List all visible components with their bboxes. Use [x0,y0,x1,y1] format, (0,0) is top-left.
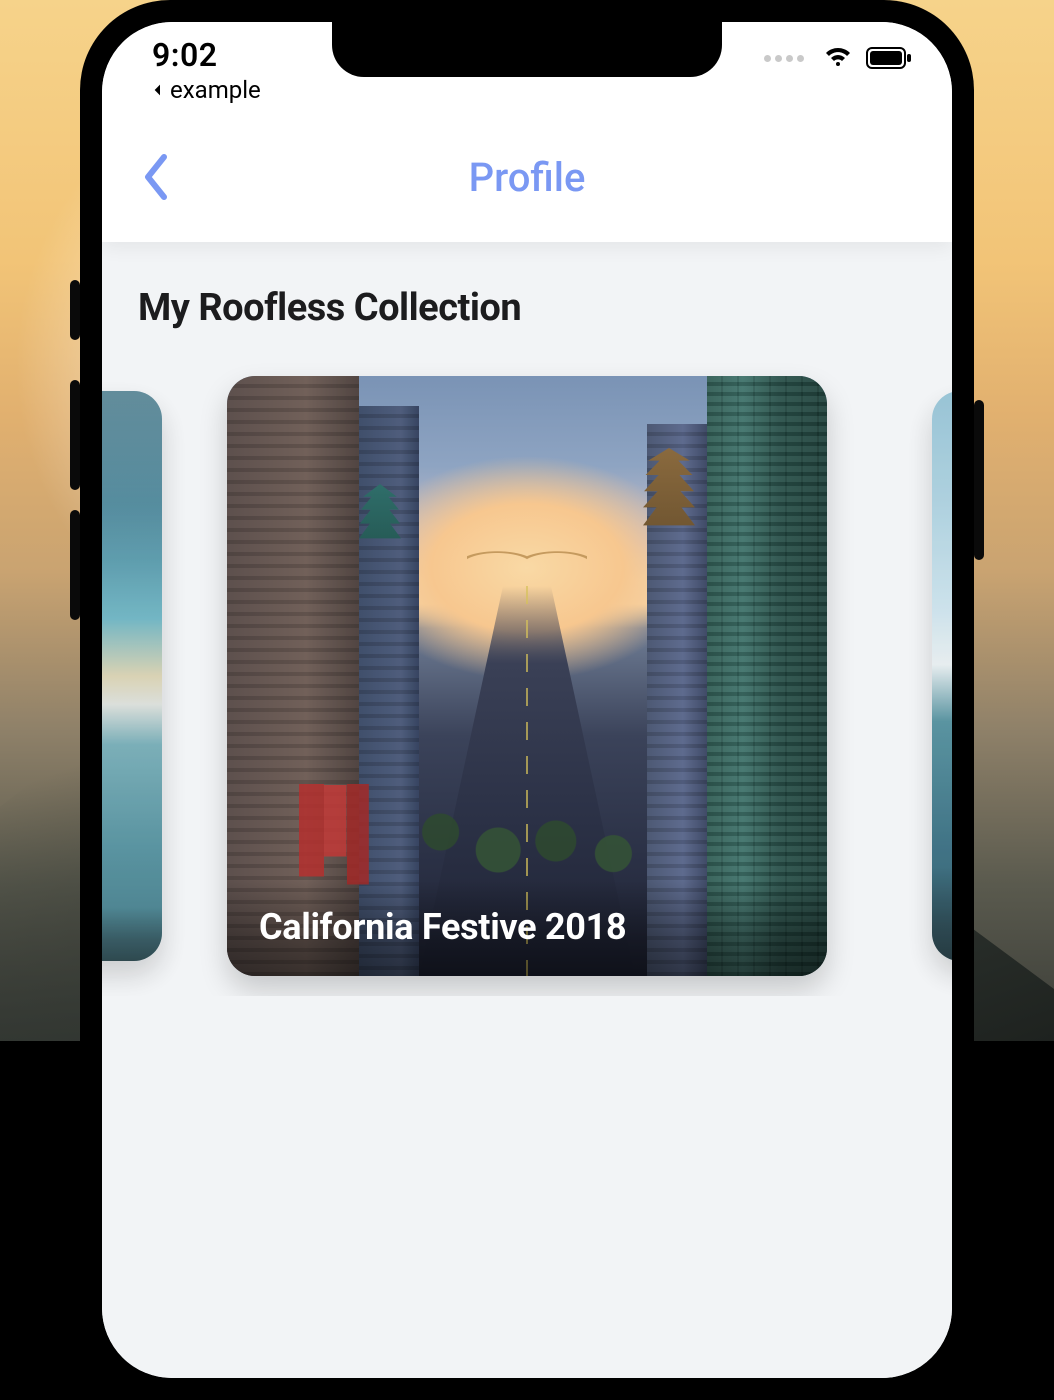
collection-card-overlay: California Festive 2018 [227,880,827,976]
phone-frame: 9:02 example [80,0,974,1400]
collection-card-current[interactable]: California Festive 2018 [227,376,827,976]
back-to-app-breadcrumb[interactable]: example [150,76,261,104]
collection-card-title: California Festive 2018 [259,906,795,948]
collection-card-overlay: Ca [932,867,952,961]
breadcrumb-back-icon [150,82,166,98]
phone-mute-switch [70,280,80,340]
collection-card-next[interactable]: Ca [932,391,952,961]
status-bar-left: 9:02 example [152,36,261,104]
phone-screen: 9:02 example [102,22,952,1378]
nav-title: Profile [469,154,586,201]
chevron-left-icon [140,153,170,201]
collection-card-overlay [102,907,162,961]
section-title: My Roofless Collection [138,286,952,330]
status-bar-right [764,36,912,70]
collection-card-prev[interactable] [102,391,162,961]
cellular-signal-icon [764,55,804,62]
nav-bar: Profile [102,112,952,242]
battery-icon [866,47,912,69]
wifi-icon [822,46,854,70]
nav-back-button[interactable] [130,147,180,207]
phone-power-button [974,400,984,560]
phone-volume-up [70,380,80,490]
status-time: 9:02 [152,36,218,74]
collection-card-image [102,391,162,961]
breadcrumb-label: example [170,76,261,104]
collection-carousel[interactable]: California Festive 2018 Ca [102,356,952,996]
phone-volume-down [70,510,80,620]
phone-notch [332,22,722,77]
content-area: My Roofless Collection [102,242,952,1378]
